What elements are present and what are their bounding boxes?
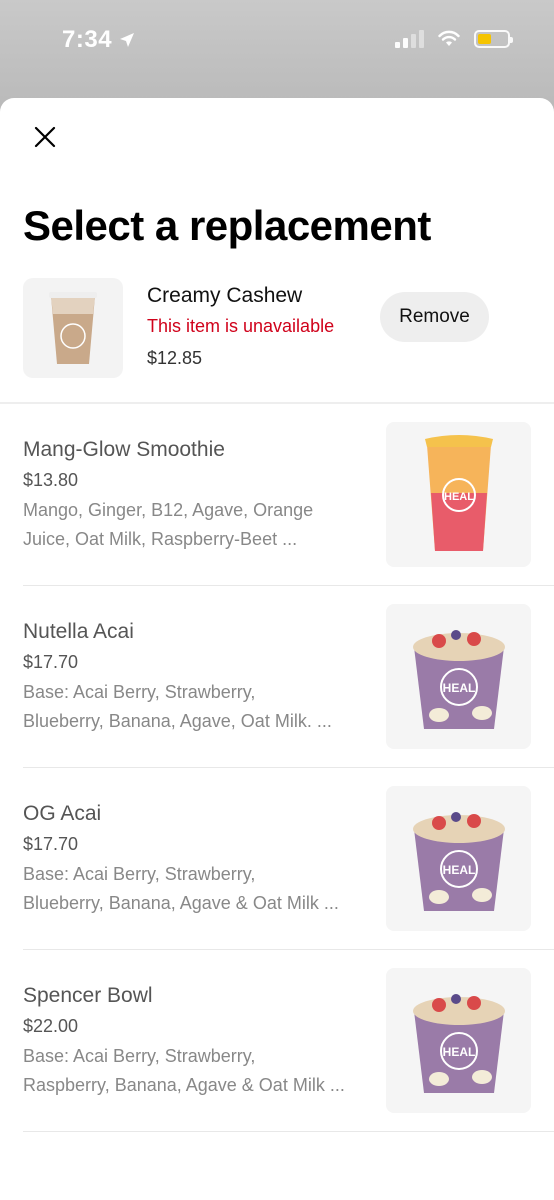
current-item-name: Creamy Cashew (147, 284, 303, 307)
svg-text:HEAL: HEAL (444, 491, 474, 503)
current-item-price: $12.85 (147, 348, 203, 368)
status-time: 7:34 (62, 26, 136, 54)
replacement-item[interactable]: Spencer Bowl $22.00 Base: Acai Berry, Stra… (0, 950, 554, 1132)
item-price: $17.70 (23, 834, 79, 854)
item-name: Mang-Glow Smoothie (23, 438, 225, 461)
close-icon (34, 126, 56, 148)
item-image: HEAL (386, 786, 531, 931)
svg-text:HEAL: HEAL (442, 681, 475, 695)
battery-icon (474, 30, 513, 48)
item-description-line: Base: Acai Berry, Strawberry, (23, 864, 256, 884)
creamy-cashew-image (23, 278, 123, 378)
svg-text:HEAL: HEAL (442, 863, 475, 877)
item-name: Nutella Acai (23, 620, 134, 643)
wifi-icon (438, 30, 460, 46)
item-description-line: Blueberry, Banana, Agave, Oat Milk. ... (23, 711, 332, 731)
row-divider (23, 1131, 554, 1132)
item-description-line: Base: Acai Berry, Strawberry, (23, 682, 256, 702)
replacement-item[interactable]: Mang-Glow Smoothie $13.80 Mango, Ginger, B… (0, 404, 554, 586)
item-price: $13.80 (23, 470, 79, 490)
item-price: $17.70 (23, 652, 79, 672)
item-description-line: Base: Acai Berry, Strawberry, (23, 1046, 256, 1066)
svg-text:HEAL: HEAL (442, 1045, 475, 1059)
replacement-item[interactable]: OG Acai $17.70 Base: Acai Berry, Strawberr… (0, 768, 554, 950)
remove-button[interactable]: Remove (380, 292, 489, 342)
item-name: Spencer Bowl (23, 984, 153, 1007)
item-description: Mango, Ginger, B12, Agave, Orange Juice, … (23, 496, 373, 554)
unavailable-label: This item is unavailable (147, 316, 335, 336)
item-image: HEAL (386, 604, 531, 749)
cellular-signal-icon (395, 30, 424, 48)
item-description: Base: Acai Berry, Strawberry, Blueberry, … (23, 860, 373, 918)
item-image: HEAL (386, 422, 531, 567)
unavailable-item: Creamy Cashew This item is unavailable $… (23, 278, 533, 378)
item-description-line: Mango, Ginger, B12, Agave, Orange (23, 500, 314, 520)
item-description-line: Raspberry, Banana, Agave & Oat Milk ... (23, 1075, 345, 1095)
item-description-line: Blueberry, Banana, Agave & Oat Milk ... (23, 893, 339, 913)
item-description: Base: Acai Berry, Strawberry, Raspberry, … (23, 1042, 373, 1100)
status-bar: 7:34 (0, 0, 554, 84)
item-price: $22.00 (23, 1016, 79, 1036)
close-button[interactable] (28, 120, 62, 154)
item-image: HEAL (386, 968, 531, 1113)
page-title: Select a replacement (23, 202, 431, 249)
replacement-item[interactable]: Nutella Acai $17.70 Base: Acai Berry, Stra… (0, 586, 554, 768)
item-description: Base: Acai Berry, Strawberry, Blueberry, … (23, 678, 373, 736)
replacement-list: Mang-Glow Smoothie $13.80 Mango, Ginger, B… (0, 404, 554, 1132)
item-name: OG Acai (23, 802, 102, 825)
location-arrow-icon (120, 33, 135, 47)
item-description-line: Juice, Oat Milk, Raspberry-Beet ... (23, 529, 298, 549)
status-indicators (395, 30, 513, 48)
